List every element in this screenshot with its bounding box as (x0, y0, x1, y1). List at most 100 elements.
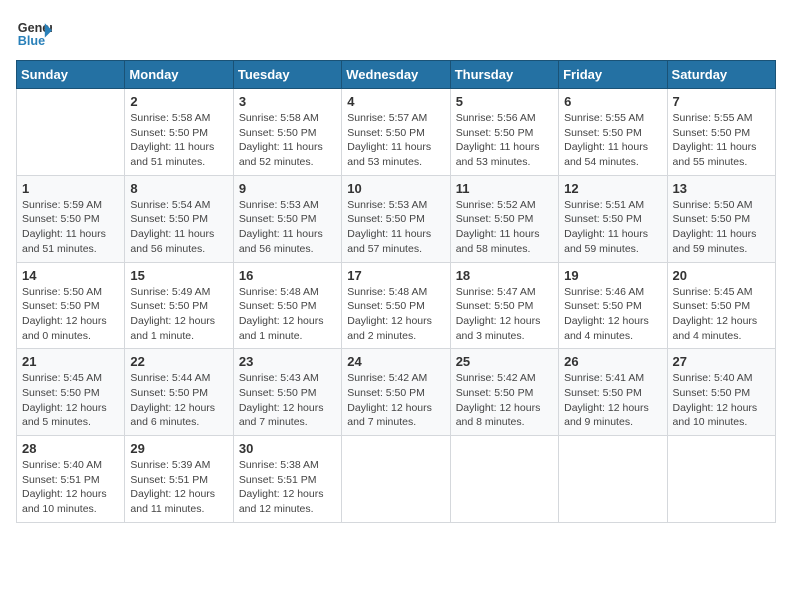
day-cell-26: 26 Sunrise: 5:41 AM Sunset: 5:50 PM Dayl… (559, 349, 667, 436)
daylight-label: Daylight: 12 hours and 1 minute. (130, 315, 215, 342)
day-number: 17 (347, 268, 444, 283)
sunrise-label: Sunrise: 5:53 AM (347, 199, 427, 211)
weekday-header-sunday: Sunday (17, 61, 125, 89)
day-cell-22: 22 Sunrise: 5:44 AM Sunset: 5:50 PM Dayl… (125, 349, 233, 436)
sunset-label: Sunset: 5:50 PM (239, 127, 317, 139)
day-cell-24: 24 Sunrise: 5:42 AM Sunset: 5:50 PM Dayl… (342, 349, 450, 436)
sunrise-label: Sunrise: 5:50 AM (22, 286, 102, 298)
sunset-label: Sunset: 5:50 PM (239, 213, 317, 225)
weekday-header-row: SundayMondayTuesdayWednesdayThursdayFrid… (17, 61, 776, 89)
day-info: Sunrise: 5:53 AM Sunset: 5:50 PM Dayligh… (347, 198, 444, 257)
calendar-week-4: 21 Sunrise: 5:45 AM Sunset: 5:50 PM Dayl… (17, 349, 776, 436)
sunrise-label: Sunrise: 5:40 AM (673, 372, 753, 384)
day-cell-6: 6 Sunrise: 5:55 AM Sunset: 5:50 PM Dayli… (559, 89, 667, 176)
day-info: Sunrise: 5:39 AM Sunset: 5:51 PM Dayligh… (130, 458, 227, 517)
day-number: 10 (347, 181, 444, 196)
day-cell-30: 30 Sunrise: 5:38 AM Sunset: 5:51 PM Dayl… (233, 436, 341, 523)
day-number: 7 (673, 94, 770, 109)
day-number: 2 (130, 94, 227, 109)
sunrise-label: Sunrise: 5:56 AM (456, 112, 536, 124)
day-cell-4: 4 Sunrise: 5:57 AM Sunset: 5:50 PM Dayli… (342, 89, 450, 176)
day-number: 19 (564, 268, 661, 283)
daylight-label: Daylight: 12 hours and 0 minutes. (22, 315, 107, 342)
sunrise-label: Sunrise: 5:47 AM (456, 286, 536, 298)
sunrise-label: Sunrise: 5:39 AM (130, 459, 210, 471)
logo-icon: General Blue (16, 16, 52, 52)
sunset-label: Sunset: 5:50 PM (22, 300, 100, 312)
sunset-label: Sunset: 5:50 PM (456, 387, 534, 399)
sunrise-label: Sunrise: 5:59 AM (22, 199, 102, 211)
sunrise-label: Sunrise: 5:42 AM (347, 372, 427, 384)
day-info: Sunrise: 5:53 AM Sunset: 5:50 PM Dayligh… (239, 198, 336, 257)
daylight-label: Daylight: 12 hours and 7 minutes. (239, 402, 324, 429)
sunrise-label: Sunrise: 5:55 AM (673, 112, 753, 124)
calendar-week-3: 14 Sunrise: 5:50 AM Sunset: 5:50 PM Dayl… (17, 262, 776, 349)
daylight-label: Daylight: 12 hours and 10 minutes. (673, 402, 758, 429)
sunrise-label: Sunrise: 5:51 AM (564, 199, 644, 211)
day-number: 16 (239, 268, 336, 283)
day-info: Sunrise: 5:47 AM Sunset: 5:50 PM Dayligh… (456, 285, 553, 344)
sunset-label: Sunset: 5:50 PM (347, 127, 425, 139)
daylight-label: Daylight: 12 hours and 11 minutes. (130, 488, 215, 515)
sunset-label: Sunset: 5:50 PM (564, 213, 642, 225)
sunset-label: Sunset: 5:50 PM (130, 300, 208, 312)
day-info: Sunrise: 5:41 AM Sunset: 5:50 PM Dayligh… (564, 371, 661, 430)
empty-cell (450, 436, 558, 523)
daylight-label: Daylight: 11 hours and 53 minutes. (456, 141, 540, 168)
day-info: Sunrise: 5:43 AM Sunset: 5:50 PM Dayligh… (239, 371, 336, 430)
calendar-week-2: 1 Sunrise: 5:59 AM Sunset: 5:50 PM Dayli… (17, 175, 776, 262)
logo: General Blue (16, 16, 52, 52)
day-info: Sunrise: 5:42 AM Sunset: 5:50 PM Dayligh… (347, 371, 444, 430)
daylight-label: Daylight: 11 hours and 57 minutes. (347, 228, 431, 255)
day-number: 24 (347, 354, 444, 369)
sunset-label: Sunset: 5:50 PM (130, 213, 208, 225)
day-info: Sunrise: 5:58 AM Sunset: 5:50 PM Dayligh… (239, 111, 336, 170)
daylight-label: Daylight: 12 hours and 3 minutes. (456, 315, 541, 342)
day-cell-29: 29 Sunrise: 5:39 AM Sunset: 5:51 PM Dayl… (125, 436, 233, 523)
day-cell-17: 17 Sunrise: 5:48 AM Sunset: 5:50 PM Dayl… (342, 262, 450, 349)
day-cell-3: 3 Sunrise: 5:58 AM Sunset: 5:50 PM Dayli… (233, 89, 341, 176)
daylight-label: Daylight: 11 hours and 51 minutes. (22, 228, 106, 255)
day-info: Sunrise: 5:55 AM Sunset: 5:50 PM Dayligh… (564, 111, 661, 170)
sunset-label: Sunset: 5:50 PM (564, 127, 642, 139)
day-cell-12: 12 Sunrise: 5:51 AM Sunset: 5:50 PM Dayl… (559, 175, 667, 262)
sunset-label: Sunset: 5:50 PM (673, 387, 751, 399)
weekday-header-thursday: Thursday (450, 61, 558, 89)
day-info: Sunrise: 5:59 AM Sunset: 5:50 PM Dayligh… (22, 198, 119, 257)
day-info: Sunrise: 5:55 AM Sunset: 5:50 PM Dayligh… (673, 111, 770, 170)
daylight-label: Daylight: 11 hours and 52 minutes. (239, 141, 323, 168)
day-number: 29 (130, 441, 227, 456)
day-number: 8 (130, 181, 227, 196)
sunset-label: Sunset: 5:50 PM (239, 300, 317, 312)
day-cell-19: 19 Sunrise: 5:46 AM Sunset: 5:50 PM Dayl… (559, 262, 667, 349)
sunset-label: Sunset: 5:50 PM (347, 300, 425, 312)
day-cell-11: 11 Sunrise: 5:52 AM Sunset: 5:50 PM Dayl… (450, 175, 558, 262)
daylight-label: Daylight: 12 hours and 12 minutes. (239, 488, 324, 515)
daylight-label: Daylight: 12 hours and 9 minutes. (564, 402, 649, 429)
weekday-header-saturday: Saturday (667, 61, 775, 89)
sunrise-label: Sunrise: 5:53 AM (239, 199, 319, 211)
day-info: Sunrise: 5:45 AM Sunset: 5:50 PM Dayligh… (22, 371, 119, 430)
weekday-header-tuesday: Tuesday (233, 61, 341, 89)
sunset-label: Sunset: 5:50 PM (564, 300, 642, 312)
day-cell-7: 7 Sunrise: 5:55 AM Sunset: 5:50 PM Dayli… (667, 89, 775, 176)
daylight-label: Daylight: 11 hours and 53 minutes. (347, 141, 431, 168)
day-cell-16: 16 Sunrise: 5:48 AM Sunset: 5:50 PM Dayl… (233, 262, 341, 349)
daylight-label: Daylight: 12 hours and 10 minutes. (22, 488, 107, 515)
daylight-label: Daylight: 11 hours and 54 minutes. (564, 141, 648, 168)
day-number: 5 (456, 94, 553, 109)
day-info: Sunrise: 5:56 AM Sunset: 5:50 PM Dayligh… (456, 111, 553, 170)
daylight-label: Daylight: 12 hours and 6 minutes. (130, 402, 215, 429)
daylight-label: Daylight: 11 hours and 59 minutes. (564, 228, 648, 255)
day-info: Sunrise: 5:42 AM Sunset: 5:50 PM Dayligh… (456, 371, 553, 430)
daylight-label: Daylight: 12 hours and 8 minutes. (456, 402, 541, 429)
calendar-table: SundayMondayTuesdayWednesdayThursdayFrid… (16, 60, 776, 523)
empty-cell (17, 89, 125, 176)
day-cell-21: 21 Sunrise: 5:45 AM Sunset: 5:50 PM Dayl… (17, 349, 125, 436)
sunset-label: Sunset: 5:50 PM (673, 213, 751, 225)
day-cell-20: 20 Sunrise: 5:45 AM Sunset: 5:50 PM Dayl… (667, 262, 775, 349)
day-info: Sunrise: 5:52 AM Sunset: 5:50 PM Dayligh… (456, 198, 553, 257)
day-number: 23 (239, 354, 336, 369)
day-number: 13 (673, 181, 770, 196)
day-number: 25 (456, 354, 553, 369)
